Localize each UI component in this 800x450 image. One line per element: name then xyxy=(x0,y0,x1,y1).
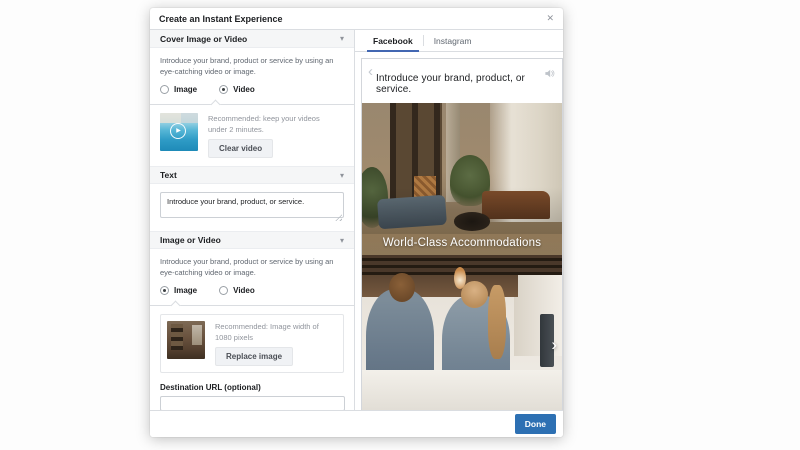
image-description: Introduce your brand, product or service… xyxy=(160,257,334,278)
section-header-cover[interactable]: Cover Image or Video ▾ xyxy=(150,30,354,48)
back-chevron-icon[interactable]: ‹ xyxy=(368,61,373,82)
destination-url-label: Destination URL (optional) xyxy=(160,383,261,392)
cover-media-row: ▶ Recommended: keep your videos under 2 … xyxy=(160,112,344,158)
caret-up-icon xyxy=(170,300,181,310)
video-recommendation: Recommended: keep your videos under 2 mi… xyxy=(208,113,320,134)
text-input[interactable]: Introduce your brand, product, or servic… xyxy=(160,192,344,218)
form-panel: Cover Image or Video ▾ Introduce your br… xyxy=(150,30,355,410)
image-recommendation: Recommended: Image width of 1080 pixels xyxy=(215,321,319,342)
image-radio-image[interactable]: Image xyxy=(160,285,198,295)
close-icon[interactable]: ✕ xyxy=(546,14,554,23)
play-icon[interactable]: ▶ xyxy=(170,122,186,139)
preview-tabs: Facebook Instagram xyxy=(355,30,563,52)
bed-sheet xyxy=(362,369,562,410)
section-title: Text xyxy=(160,170,177,180)
image-radio-video[interactable]: Video xyxy=(219,285,255,295)
next-chevron-icon[interactable]: › xyxy=(551,336,557,353)
radio-icon[interactable] xyxy=(160,285,169,295)
preview-headline: Introduce your brand, product, or servic… xyxy=(376,73,525,95)
image-media-type-radios: Image Video xyxy=(160,284,344,297)
modal-footer: Done xyxy=(150,410,563,437)
modal-header: Create an Instant Experience ✕ xyxy=(150,8,563,30)
divider xyxy=(150,99,354,109)
done-button[interactable]: Done xyxy=(514,414,556,434)
chevron-down-icon[interactable]: ▾ xyxy=(340,34,344,43)
cover-description: Introduce your brand, product or service… xyxy=(160,56,334,77)
radio-label: Video xyxy=(233,285,255,295)
image-media-box: Recommended: Image width of 1080 pixels … xyxy=(160,313,344,373)
chevron-down-icon[interactable]: ▾ xyxy=(340,236,344,245)
instant-experience-modal: Create an Instant Experience ✕ Cover Ima… xyxy=(150,8,563,437)
divider xyxy=(150,300,354,310)
cover-radio-video[interactable]: Video xyxy=(219,84,255,94)
page-background: Create an Instant Experience ✕ Cover Ima… xyxy=(0,0,800,450)
caret-up-icon xyxy=(210,99,221,109)
image-thumbnail xyxy=(167,320,205,359)
cover-media-type-radios: Image Video xyxy=(160,83,344,96)
radio-icon[interactable] xyxy=(219,84,229,94)
cover-radio-image[interactable]: Image xyxy=(160,84,198,94)
cover-media-info: Recommended: keep your videos under 2 mi… xyxy=(208,113,340,158)
clear-video-button[interactable]: Clear video xyxy=(208,139,274,158)
radio-label: Image xyxy=(174,285,198,295)
modal-body: Cover Image or Video ▾ Introduce your br… xyxy=(150,30,563,410)
preview-caption: World-Class Accommodations xyxy=(382,237,542,249)
modal-title: Create an Instant Experience xyxy=(159,13,283,24)
tab-facebook[interactable]: Facebook xyxy=(363,30,423,52)
preview-panel: Facebook Instagram ‹ Introduce your bran… xyxy=(355,30,563,410)
replace-image-button[interactable]: Replace image xyxy=(215,347,294,366)
radio-label: Image xyxy=(174,84,198,94)
radio-label: Video xyxy=(233,84,255,94)
section-header-image[interactable]: Image or Video ▾ xyxy=(150,231,354,249)
image-media-info: Recommended: Image width of 1080 pixels … xyxy=(215,321,337,366)
destination-url-input[interactable] xyxy=(160,396,345,410)
preview-image-lounge: World-Class Accommodations xyxy=(362,103,562,255)
section-title: Image or Video xyxy=(160,235,221,245)
tab-instagram[interactable]: Instagram xyxy=(424,30,482,51)
preview-header: ‹ Introduce your brand, product, or serv… xyxy=(362,59,562,103)
radio-icon[interactable] xyxy=(219,285,229,295)
video-thumbnail: ▶ xyxy=(160,112,198,151)
preview-image-couple: › xyxy=(362,255,562,410)
preview-card: ‹ Introduce your brand, product, or serv… xyxy=(361,58,563,410)
section-title: Cover Image or Video xyxy=(160,33,248,44)
text-input-wrap: Introduce your brand, product, or servic… xyxy=(160,192,344,223)
audio-icon[interactable] xyxy=(544,66,555,84)
section-header-text[interactable]: Text ▾ xyxy=(150,166,354,184)
radio-icon[interactable] xyxy=(160,84,169,94)
chevron-down-icon[interactable]: ▾ xyxy=(340,171,344,180)
